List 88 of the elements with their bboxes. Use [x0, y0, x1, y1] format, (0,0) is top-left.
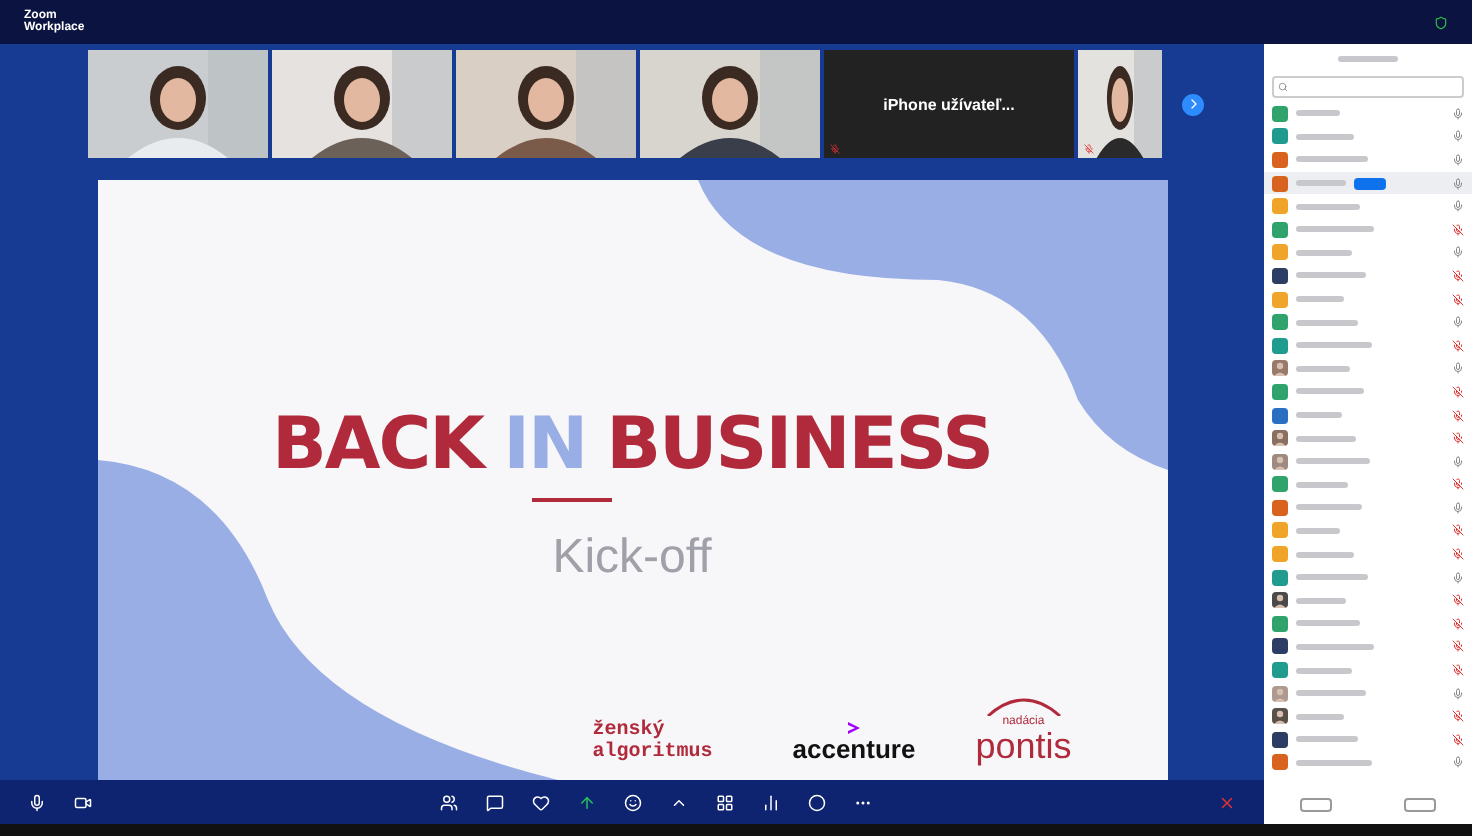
arc-icon	[983, 696, 1064, 716]
slide-title-word: BACK	[271, 404, 484, 486]
blurred-text	[1296, 504, 1362, 511]
record-button[interactable]	[807, 793, 825, 811]
blurred-text	[1296, 226, 1374, 233]
blurred-text	[1296, 597, 1346, 604]
microphone-button[interactable]	[28, 793, 46, 811]
mic-off-icon[interactable]	[1452, 339, 1464, 352]
mic-off-icon[interactable]	[1452, 223, 1464, 236]
footer-button[interactable]	[1300, 797, 1332, 811]
mic-off-icon[interactable]	[1452, 293, 1464, 306]
blurred-text	[1296, 296, 1344, 303]
mic-off-icon[interactable]	[1452, 269, 1464, 282]
mic-off-icon[interactable]	[1452, 432, 1464, 445]
mic-off-icon[interactable]	[1452, 524, 1464, 537]
microphone-icon[interactable]	[1452, 246, 1464, 259]
mic-off-icon[interactable]	[1452, 733, 1464, 746]
participant-name: iPhone užívateľ...	[883, 95, 1015, 113]
footer-button[interactable]	[1404, 797, 1436, 811]
blurred-text	[1296, 458, 1370, 465]
mic-off-icon[interactable]	[1452, 710, 1464, 723]
video-button[interactable]	[74, 793, 92, 811]
blurred-text	[1296, 133, 1354, 140]
blurred-text	[1296, 156, 1368, 163]
microphone-icon[interactable]	[1452, 571, 1464, 584]
microphone-icon[interactable]	[1452, 177, 1464, 190]
mic-off-icon[interactable]	[1452, 640, 1464, 653]
chevron-icon	[847, 722, 860, 734]
microphone-icon[interactable]	[1452, 200, 1464, 213]
search-field[interactable]	[1272, 76, 1464, 98]
blurred-text	[1296, 342, 1372, 349]
blurred-text	[1296, 249, 1352, 256]
mic-off-icon[interactable]	[1452, 594, 1464, 607]
blurred-text	[1296, 412, 1342, 419]
blurred-text	[1296, 759, 1372, 766]
blurred-text	[1296, 736, 1358, 743]
blurred-text	[1296, 435, 1356, 442]
share-button[interactable]	[577, 793, 595, 811]
mic-off-icon[interactable]	[1452, 385, 1464, 398]
slide-title-word: BUSINESS	[606, 404, 993, 486]
reactions-button[interactable]	[531, 793, 549, 811]
microphone-icon[interactable]	[1452, 687, 1464, 700]
video-tile[interactable]: iPhone užívateľ...	[824, 50, 1074, 158]
microphone-icon[interactable]	[1452, 316, 1464, 329]
mic-off-icon[interactable]	[1452, 617, 1464, 630]
blurred-text	[1296, 365, 1350, 372]
microphone-icon[interactable]	[1452, 756, 1464, 769]
emoji-button[interactable]	[623, 793, 641, 811]
microphone-icon[interactable]	[1452, 153, 1464, 166]
blurred-text	[1296, 481, 1348, 488]
blurred-text	[1296, 110, 1340, 117]
logo-text: ženský algoritmus	[592, 720, 715, 764]
blurred-text	[1296, 180, 1346, 187]
mic-off-icon[interactable]	[1452, 548, 1464, 561]
blurred-text	[1296, 203, 1360, 210]
mic-off-icon[interactable]	[1452, 664, 1464, 677]
poll-button[interactable]	[761, 793, 779, 811]
slide-subtitle: Kick-off	[552, 530, 712, 586]
chat-button[interactable]	[485, 793, 503, 811]
blurred-text	[1296, 643, 1374, 650]
blurred-text	[1296, 713, 1344, 720]
end-button[interactable]	[1218, 793, 1236, 811]
search-icon	[1278, 82, 1288, 92]
blurred-text	[1296, 667, 1352, 674]
blurred-text	[1296, 527, 1340, 534]
blurred-text	[1296, 551, 1354, 558]
blurred-text	[1296, 319, 1358, 326]
blurred-text	[1296, 388, 1364, 395]
blurred-text	[1296, 574, 1368, 581]
microphone-icon[interactable]	[1452, 362, 1464, 375]
blurred-text	[1296, 272, 1366, 279]
microphone-icon[interactable]	[1452, 107, 1464, 120]
participant-row[interactable]	[1264, 171, 1472, 195]
hover-action-button[interactable]	[1354, 177, 1386, 190]
microphone-icon[interactable]	[1452, 455, 1464, 468]
participants-button[interactable]	[439, 793, 457, 811]
slide-title-word: IN	[503, 404, 587, 486]
mic-off-icon[interactable]	[1452, 409, 1464, 422]
shield-icon	[1434, 15, 1448, 29]
microphone-icon[interactable]	[1452, 501, 1464, 514]
blurred-text	[1338, 55, 1398, 61]
layout-button[interactable]	[715, 793, 733, 811]
blurred-text	[1296, 690, 1366, 697]
logo-text: pontis	[975, 728, 1072, 764]
microphone-icon[interactable]	[1452, 130, 1464, 143]
logo-text: accenture	[792, 734, 916, 764]
blurred-text	[1296, 620, 1360, 627]
mic-off-icon[interactable]	[1452, 478, 1464, 491]
